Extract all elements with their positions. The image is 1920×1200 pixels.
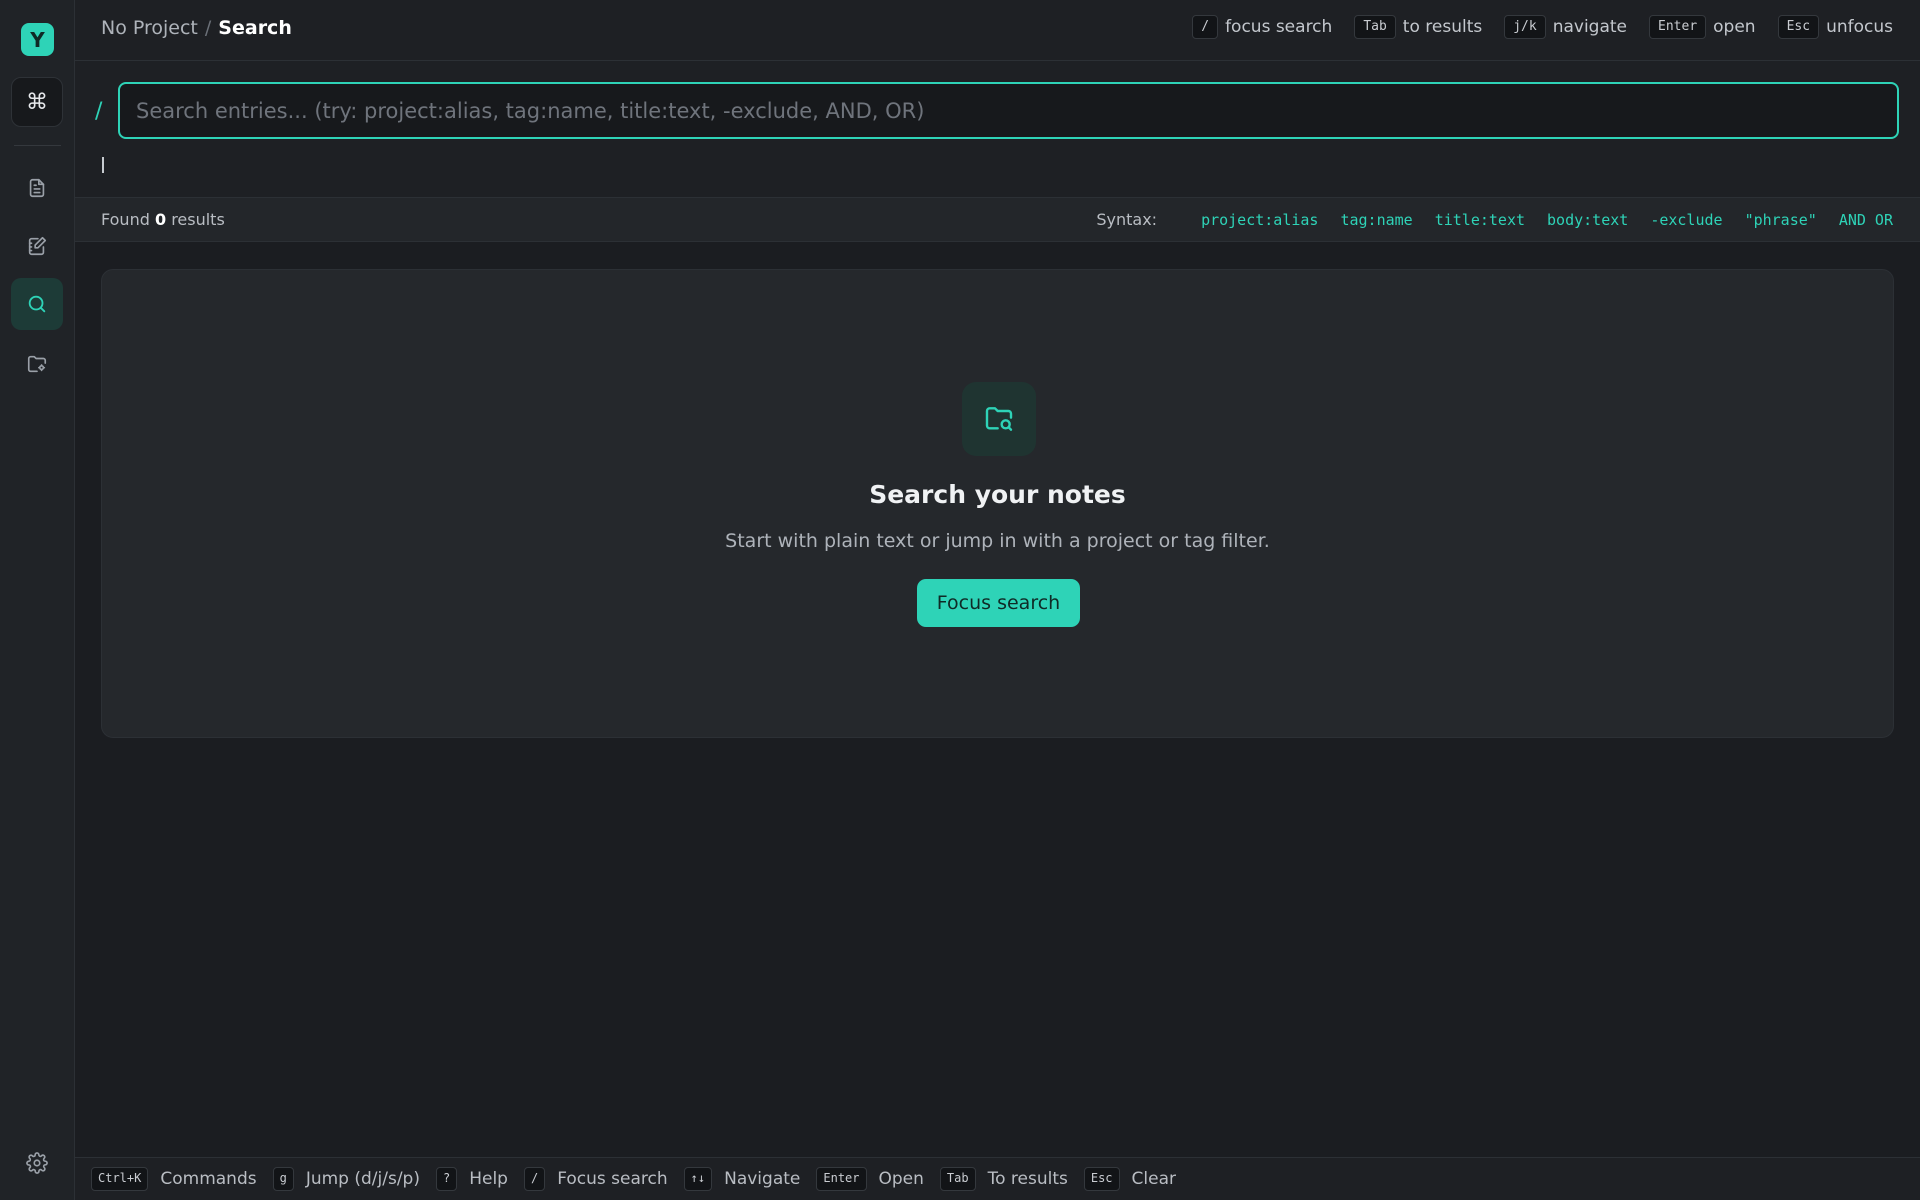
focus-search-button[interactable]: Focus search	[917, 579, 1080, 627]
logo-letter: Y	[30, 27, 45, 52]
search-area: /	[75, 61, 1920, 198]
results-count: Found 0 results	[101, 210, 225, 229]
syntax-project[interactable]: project:alias	[1201, 211, 1318, 229]
hint-label: Help	[469, 1169, 508, 1189]
syntax-tag[interactable]: tag:name	[1340, 211, 1412, 229]
folder-icon	[27, 355, 47, 373]
syntax-title[interactable]: title:text	[1435, 211, 1525, 229]
footer-hint-open[interactable]: Enter Open	[816, 1167, 924, 1191]
footer-hint-navigate[interactable]: ↑↓ Navigate	[683, 1167, 801, 1191]
search-prefix: /	[95, 99, 103, 124]
hint-label: focus search	[1225, 17, 1333, 38]
results-bar: Found 0 results Syntax: project:alias ta…	[75, 198, 1920, 242]
top-bar: No Project / Search / focus search Tab to …	[75, 0, 1920, 61]
sidebar-item-notes[interactable]	[11, 162, 63, 214]
folder-search-icon	[962, 382, 1036, 456]
kbd-key: ?	[435, 1167, 458, 1191]
hint-label: Navigate	[724, 1169, 801, 1189]
hint-label: to results	[1402, 17, 1483, 38]
kbd-key: ↑↓	[683, 1167, 713, 1191]
kbd-key: Ctrl+K	[91, 1167, 149, 1191]
kbd-key: Tab	[939, 1167, 976, 1191]
kbd-key: Tab	[1354, 15, 1396, 40]
syntax-and-or[interactable]: AND OR	[1839, 211, 1893, 229]
shortcut-hints: / focus search Tab to results j/k naviga…	[1170, 15, 1893, 40]
syntax-label: Syntax:	[1096, 210, 1158, 229]
hint-navigate: j/k navigate	[1504, 15, 1628, 40]
sidebar: Y ⌘	[0, 0, 75, 1200]
empty-state-subtitle: Start with plain text or jump in with a …	[725, 530, 1270, 552]
syntax-phrase[interactable]: "phrase"	[1745, 211, 1817, 229]
hint-label: Open	[878, 1169, 924, 1189]
footer-hint-commands[interactable]: Ctrl+K Commands	[91, 1167, 257, 1191]
text-caret	[102, 157, 104, 173]
breadcrumb-project[interactable]: No Project	[101, 17, 198, 39]
breadcrumb: No Project / Search	[101, 17, 292, 39]
footer-hint-clear[interactable]: Esc Clear	[1083, 1167, 1177, 1191]
hint-label: open	[1713, 17, 1756, 38]
breadcrumb-separator: /	[204, 17, 212, 39]
command-palette-button[interactable]: ⌘	[11, 77, 63, 127]
hint-label: unfocus	[1826, 17, 1893, 38]
empty-state-card: Search your notes Start with plain text …	[101, 269, 1894, 738]
kbd-key: Esc	[1083, 1167, 1120, 1191]
document-icon	[29, 178, 45, 198]
sidebar-item-search[interactable]	[11, 278, 63, 330]
hint-label: Focus search	[557, 1169, 668, 1189]
gear-icon	[26, 1152, 48, 1174]
hint-unfocus: Esc unfocus	[1777, 15, 1893, 40]
hint-label: Jump (d/j/s/p)	[305, 1169, 420, 1189]
syntax-hints: Syntax: project:alias tag:name title:tex…	[1096, 210, 1893, 229]
found-suffix: results	[171, 210, 225, 229]
footer-hint-help[interactable]: ? Help	[435, 1167, 508, 1191]
hint-label: navigate	[1552, 17, 1628, 38]
kbd-key: Enter	[816, 1167, 867, 1191]
bottom-shortcut-bar: Ctrl+K Commands g Jump (d/j/s/p) ? Help …	[75, 1157, 1920, 1200]
app-logo[interactable]: Y	[21, 23, 54, 56]
settings-button[interactable]	[20, 1146, 54, 1180]
kbd-key: Enter	[1649, 15, 1707, 40]
command-icon: ⌘	[26, 89, 48, 115]
edit-note-icon	[28, 236, 47, 256]
hint-focus-search: / focus search	[1192, 15, 1333, 40]
footer-hint-focus-search[interactable]: / Focus search	[523, 1167, 668, 1191]
hint-label: To results	[987, 1169, 1068, 1189]
kbd-key: Esc	[1777, 15, 1820, 40]
kbd-key: /	[523, 1167, 546, 1191]
sidebar-item-journal[interactable]	[11, 220, 63, 272]
found-count: 0	[154, 210, 167, 229]
kbd-key: j/k	[1504, 15, 1546, 40]
sidebar-divider	[14, 145, 61, 146]
sidebar-item-projects[interactable]	[11, 338, 63, 390]
syntax-exclude[interactable]: -exclude	[1650, 211, 1722, 229]
hint-to-results: Tab to results	[1354, 15, 1483, 40]
page-title: Search	[218, 17, 292, 39]
hint-label: Clear	[1131, 1169, 1177, 1189]
hint-label: Commands	[160, 1169, 257, 1189]
search-icon	[28, 295, 46, 313]
found-prefix: Found	[101, 210, 150, 229]
kbd-key: /	[1192, 15, 1219, 40]
kbd-key: g	[272, 1167, 294, 1191]
empty-state-title: Search your notes	[869, 480, 1126, 509]
hint-open: Enter open	[1649, 15, 1756, 40]
footer-hint-to-results[interactable]: Tab To results	[939, 1167, 1068, 1191]
footer-hint-jump[interactable]: g Jump (d/j/s/p)	[272, 1167, 420, 1191]
search-input[interactable]	[118, 82, 1899, 139]
syntax-body[interactable]: body:text	[1547, 211, 1628, 229]
